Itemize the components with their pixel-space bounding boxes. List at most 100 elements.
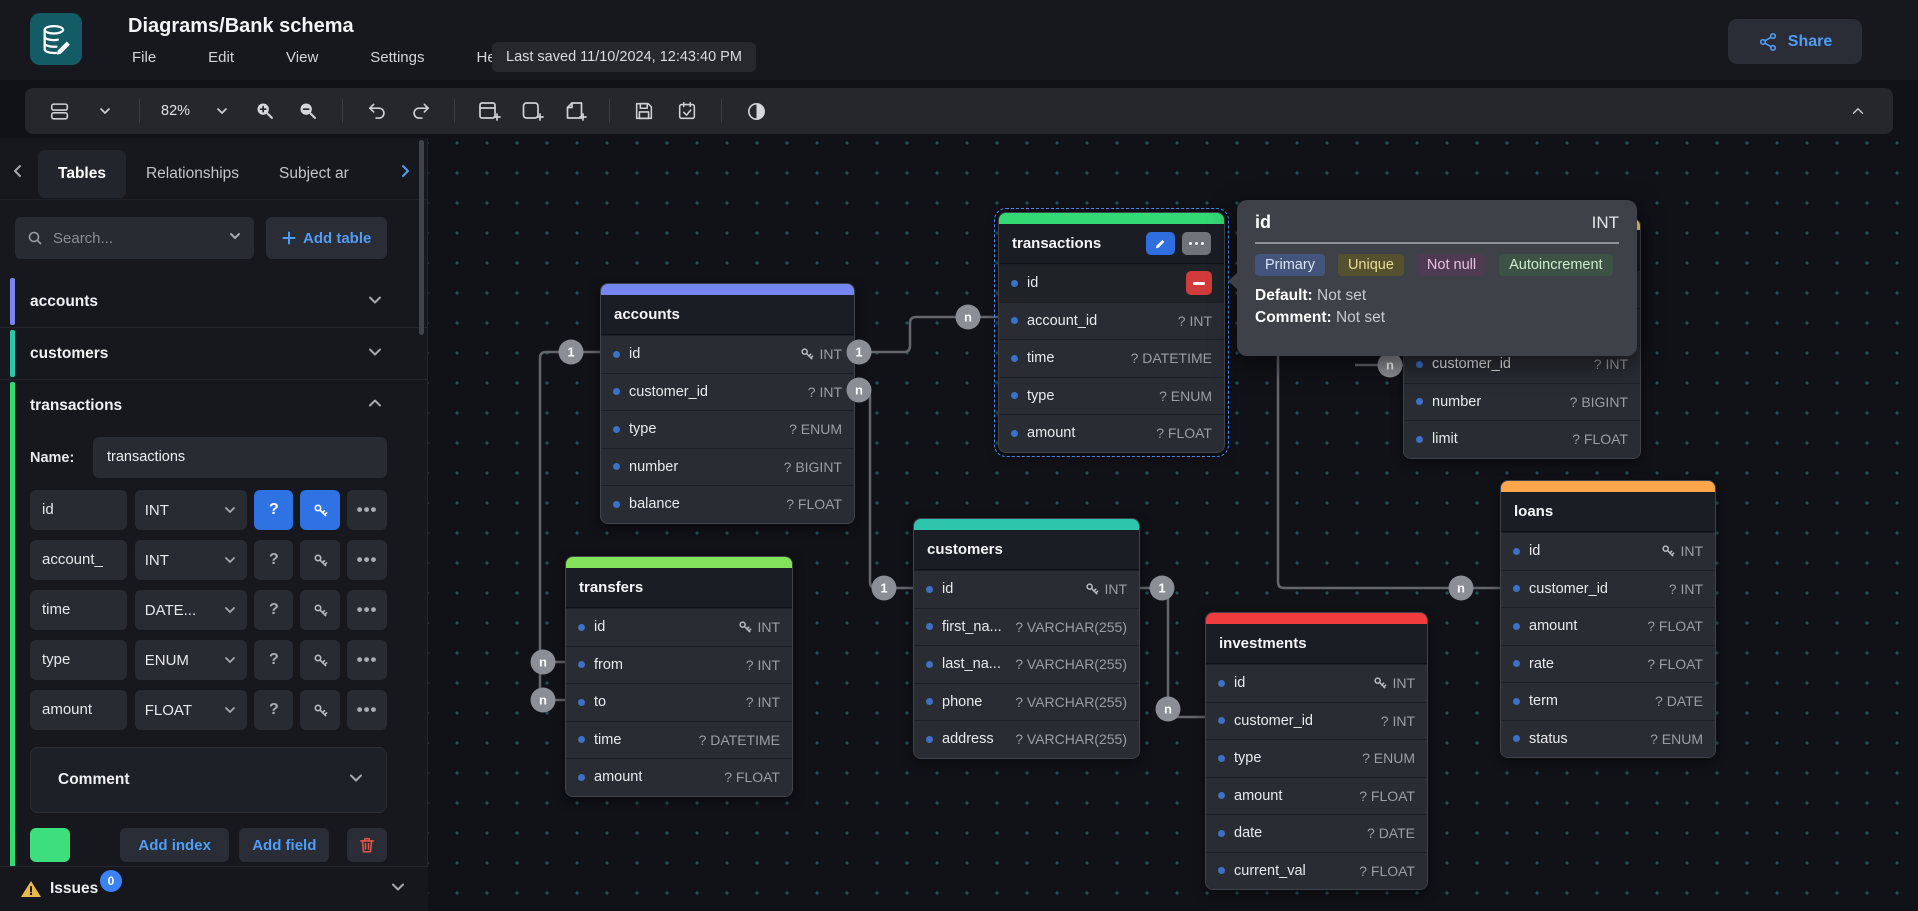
field-nullable-toggle[interactable]: ? bbox=[254, 690, 293, 730]
table-header[interactable]: transfers bbox=[566, 568, 792, 608]
tab-relationships[interactable]: Relationships bbox=[126, 150, 259, 198]
field-nullable-toggle[interactable]: ? bbox=[254, 540, 293, 580]
table-field-row[interactable]: number? BIGINT bbox=[601, 448, 854, 486]
table-field-row[interactable]: current_val? FLOAT bbox=[1206, 852, 1427, 890]
search-input[interactable]: Search... bbox=[15, 217, 254, 259]
sidebar-item-transactions[interactable]: transactions bbox=[0, 380, 427, 431]
table-field-row[interactable]: id INT bbox=[601, 335, 854, 373]
add-note-icon[interactable] bbox=[560, 96, 590, 126]
add-table-button[interactable]: Add table bbox=[266, 217, 387, 259]
add-table-icon[interactable] bbox=[474, 96, 504, 126]
zoom-caret-icon[interactable] bbox=[207, 96, 237, 126]
table-field-row[interactable]: last_na...? VARCHAR(255) bbox=[914, 645, 1139, 683]
tabs-scroll-right-icon[interactable] bbox=[397, 163, 413, 184]
table-name-input[interactable]: transactions bbox=[93, 437, 387, 478]
table-field-row[interactable]: to? INT bbox=[566, 683, 792, 721]
comment-section[interactable]: Comment bbox=[30, 747, 387, 813]
table-field-row[interactable]: amount? FLOAT bbox=[1501, 607, 1715, 645]
chevron-down-icon[interactable] bbox=[367, 343, 383, 364]
field-more-button[interactable]: ••• bbox=[347, 640, 387, 680]
field-primary-toggle[interactable] bbox=[300, 690, 340, 730]
field-nullable-toggle[interactable]: ? bbox=[254, 640, 293, 680]
table-field-row[interactable]: type? ENUM bbox=[999, 377, 1224, 415]
sidebar-scrollbar[interactable] bbox=[419, 140, 424, 335]
theme-contrast-icon[interactable] bbox=[741, 96, 771, 126]
table-field-row[interactable]: id INT bbox=[1206, 664, 1427, 702]
tabs-scroll-left-icon[interactable] bbox=[10, 163, 26, 184]
field-type-select[interactable]: INT bbox=[135, 490, 248, 530]
tab-tables[interactable]: Tables bbox=[38, 150, 126, 198]
field-name-input[interactable]: time bbox=[30, 590, 127, 630]
field-name-input[interactable]: id bbox=[30, 490, 127, 530]
menu-view[interactable]: View bbox=[280, 46, 324, 69]
save-icon[interactable] bbox=[629, 96, 659, 126]
issues-bar[interactable]: Issues 0 bbox=[0, 866, 428, 911]
table-field-row[interactable]: limit? FLOAT bbox=[1404, 420, 1640, 458]
table-field-row[interactable]: type? ENUM bbox=[601, 410, 854, 448]
table-field-row[interactable]: id INT bbox=[914, 570, 1139, 608]
table-field-row[interactable]: rate? FLOAT bbox=[1501, 645, 1715, 683]
field-primary-toggle[interactable] bbox=[300, 640, 340, 680]
table-field-row[interactable]: amount? FLOAT bbox=[1206, 777, 1427, 815]
table-field-row[interactable]: customer_id? INT bbox=[1206, 702, 1427, 740]
field-primary-toggle[interactable] bbox=[300, 490, 340, 530]
table-field-row[interactable]: number? BIGINT bbox=[1404, 383, 1640, 421]
commit-check-icon[interactable] bbox=[672, 96, 702, 126]
field-more-button[interactable]: ••• bbox=[347, 690, 387, 730]
canvas-table-transactions[interactable]: transactionsidaccount_id? INTtime? DATET… bbox=[998, 212, 1225, 453]
table-field-row[interactable]: balance? FLOAT bbox=[601, 485, 854, 523]
diagram-canvas[interactable]: accountsid INTcustomer_id? INTtype? ENUM… bbox=[428, 138, 1918, 911]
field-name-input[interactable]: account_ bbox=[30, 540, 127, 580]
table-field-row[interactable]: time? DATETIME bbox=[566, 721, 792, 759]
chevron-up-icon[interactable] bbox=[367, 395, 383, 416]
collapse-toolbar-icon[interactable] bbox=[1843, 96, 1873, 126]
table-field-row[interactable]: phone? VARCHAR(255) bbox=[914, 683, 1139, 721]
layout-caret-icon[interactable] bbox=[90, 96, 120, 126]
table-header[interactable]: customers bbox=[914, 530, 1139, 570]
delete-table-button[interactable] bbox=[347, 828, 387, 862]
add-area-icon[interactable] bbox=[517, 96, 547, 126]
table-field-row[interactable]: account_id? INT bbox=[999, 302, 1224, 340]
field-type-select[interactable]: ENUM bbox=[135, 640, 248, 680]
share-button[interactable]: Share bbox=[1728, 19, 1862, 64]
field-name-input[interactable]: type bbox=[30, 640, 127, 680]
table-field-row[interactable]: amount? FLOAT bbox=[999, 414, 1224, 452]
table-field-row[interactable]: date? DATE bbox=[1206, 814, 1427, 852]
edit-table-button[interactable] bbox=[1146, 232, 1175, 255]
table-field-row[interactable]: time? DATETIME bbox=[999, 339, 1224, 377]
field-more-button[interactable]: ••• bbox=[347, 540, 387, 580]
field-primary-toggle[interactable] bbox=[300, 590, 340, 630]
field-nullable-toggle[interactable]: ? bbox=[254, 590, 293, 630]
tab-subject-areas[interactable]: Subject ar bbox=[259, 150, 369, 198]
field-nullable-toggle[interactable]: ? bbox=[254, 490, 293, 530]
menu-settings[interactable]: Settings bbox=[364, 46, 430, 69]
redo-icon[interactable] bbox=[405, 96, 435, 126]
field-name-input[interactable]: amount bbox=[30, 690, 127, 730]
table-more-button[interactable] bbox=[1182, 232, 1211, 255]
table-field-row[interactable]: customer_id? INT bbox=[601, 373, 854, 411]
canvas-table-transfers[interactable]: transfersid INTfrom? INTto? INTtime? DAT… bbox=[565, 556, 793, 797]
layout-icon[interactable] bbox=[45, 96, 75, 126]
table-field-row[interactable]: id INT bbox=[1501, 532, 1715, 570]
canvas-table-customers[interactable]: customersid INTfirst_na...? VARCHAR(255)… bbox=[913, 518, 1140, 759]
app-logo-icon[interactable] bbox=[30, 13, 82, 65]
sidebar-item-accounts[interactable]: accounts bbox=[0, 276, 427, 327]
field-type-select[interactable]: DATE... bbox=[135, 590, 248, 630]
field-more-button[interactable]: ••• bbox=[347, 490, 387, 530]
table-field-row[interactable]: id bbox=[999, 264, 1224, 302]
table-header[interactable]: investments bbox=[1206, 624, 1427, 664]
zoom-out-icon[interactable] bbox=[293, 96, 323, 126]
undo-icon[interactable] bbox=[362, 96, 392, 126]
search-caret-icon[interactable] bbox=[228, 229, 242, 248]
canvas-table-loans[interactable]: loansid INTcustomer_id? INTamount? FLOAT… bbox=[1500, 480, 1716, 758]
table-field-row[interactable]: id INT bbox=[566, 608, 792, 646]
table-field-row[interactable]: term? DATE bbox=[1501, 682, 1715, 720]
table-field-row[interactable]: customer_id? INT bbox=[1501, 570, 1715, 608]
table-field-row[interactable]: from? INT bbox=[566, 646, 792, 684]
table-field-row[interactable]: type? ENUM bbox=[1206, 739, 1427, 777]
field-more-button[interactable]: ••• bbox=[347, 590, 387, 630]
sidebar-item-customers[interactable]: customers bbox=[0, 328, 427, 379]
table-header[interactable]: accounts bbox=[601, 295, 854, 335]
canvas-table-accounts[interactable]: accountsid INTcustomer_id? INTtype? ENUM… bbox=[600, 283, 855, 524]
chevron-down-icon[interactable] bbox=[390, 879, 406, 900]
